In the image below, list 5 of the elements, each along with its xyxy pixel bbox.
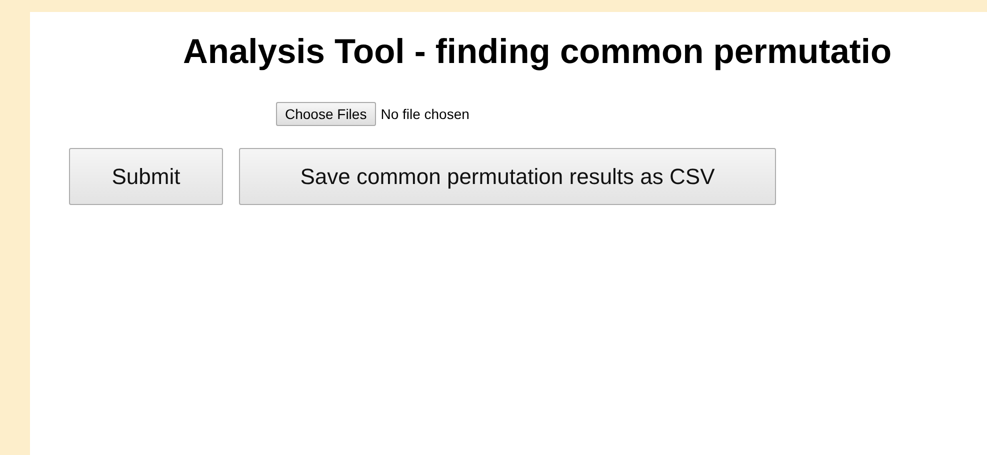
save-csv-button[interactable]: Save common permutation results as CSV: [239, 148, 776, 205]
submit-button[interactable]: Submit: [69, 148, 223, 205]
choose-files-button[interactable]: Choose Files: [276, 102, 376, 126]
file-status: No file chosen: [380, 106, 470, 122]
page-title: Analysis Tool - finding common permutatio: [183, 32, 892, 72]
